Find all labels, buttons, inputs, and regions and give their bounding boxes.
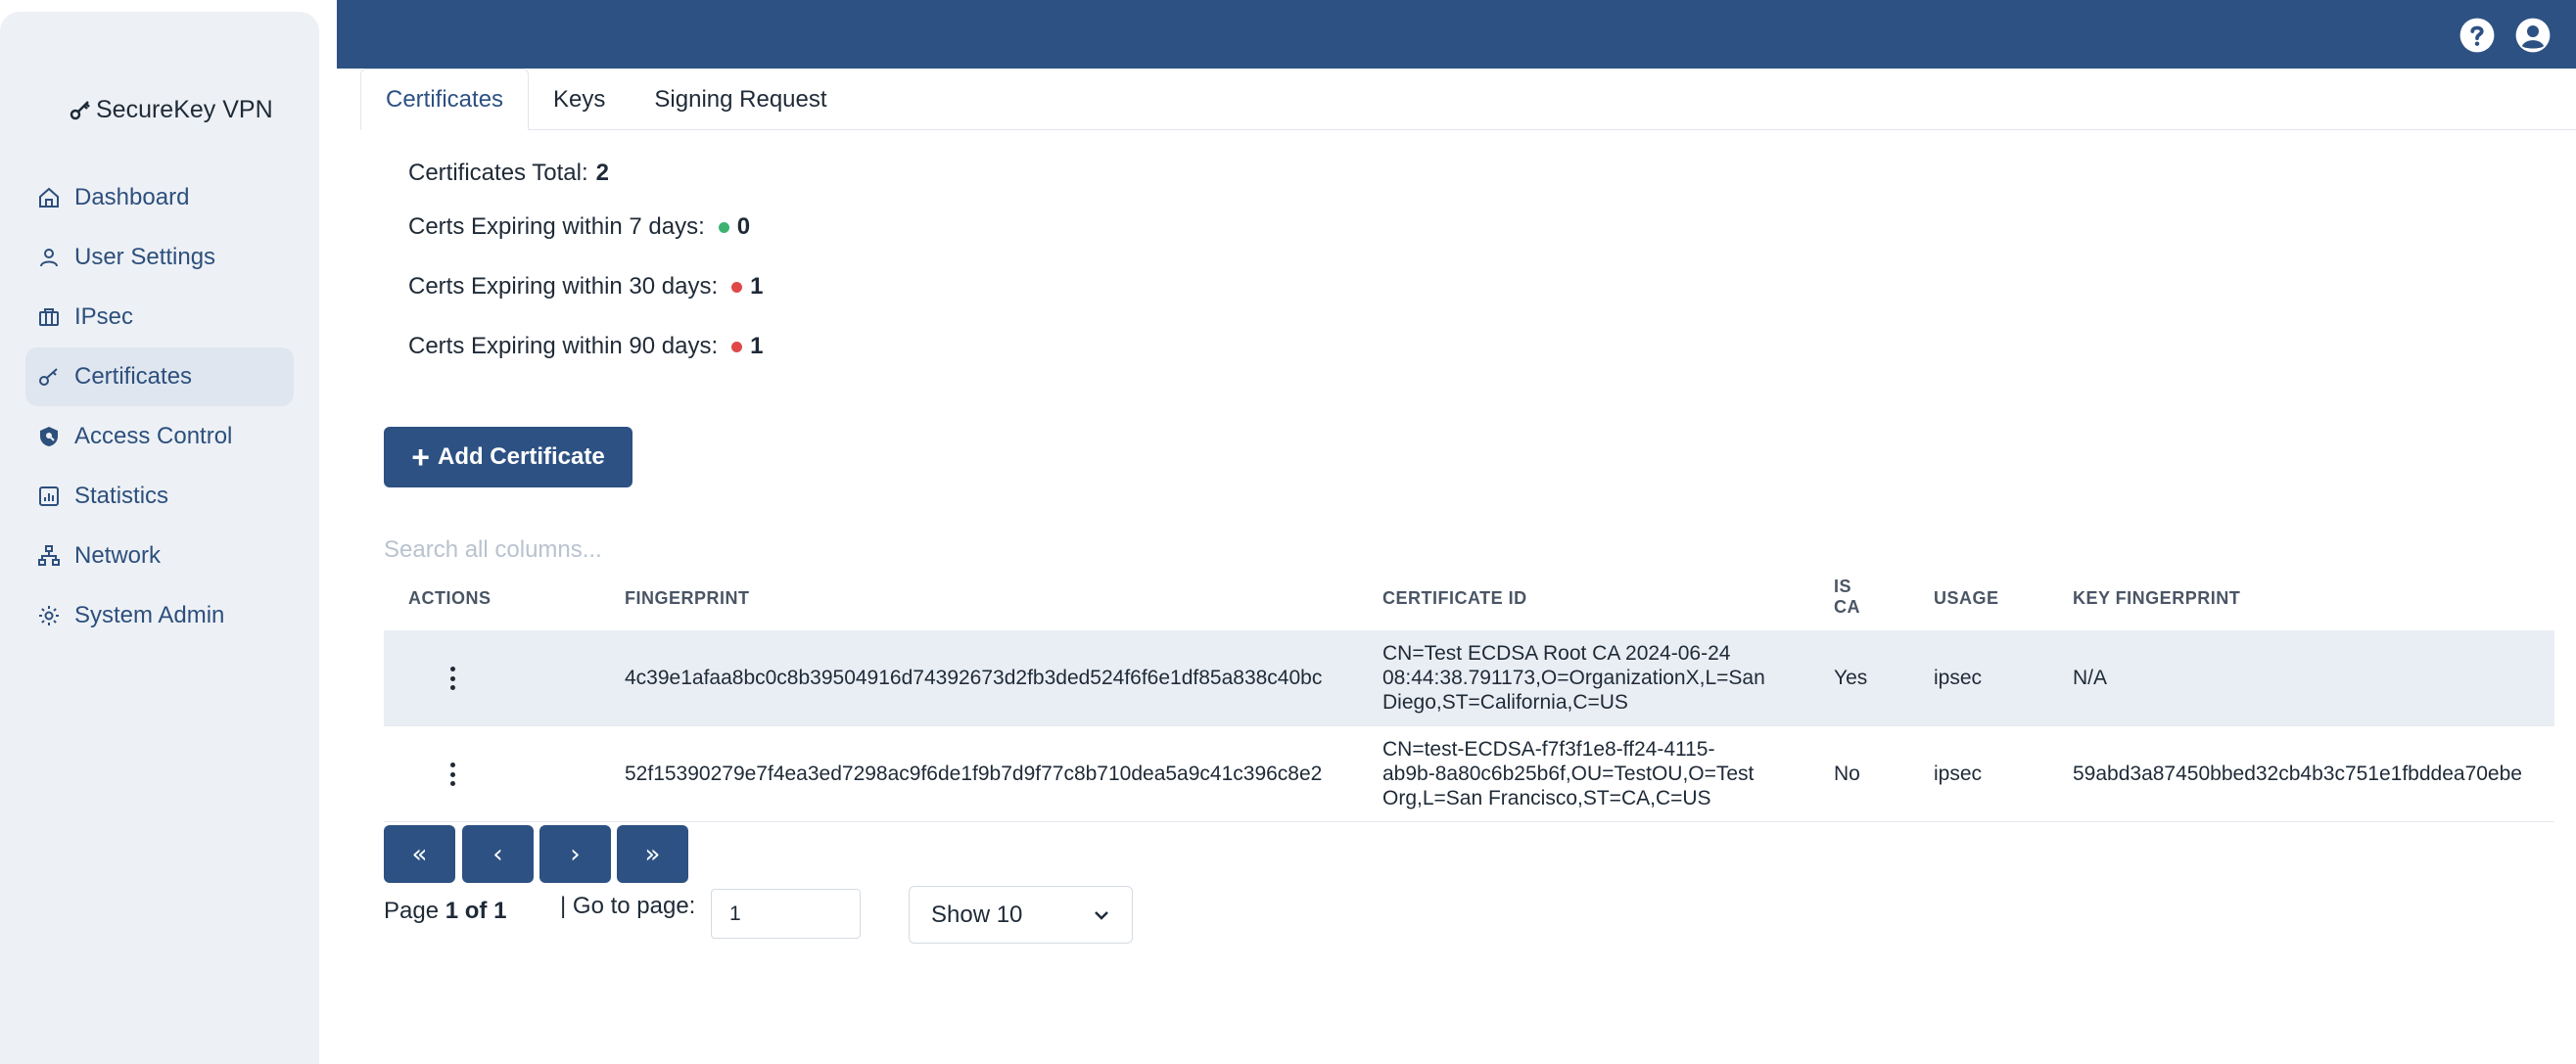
stat-expiring-7: Certs Expiring within 7 days: 0 — [408, 211, 750, 243]
shield-icon — [40, 427, 58, 446]
stat-expiring-30: Certs Expiring within 30 days: 1 — [408, 271, 764, 302]
search-input[interactable] — [384, 532, 1069, 568]
chevron-down-icon — [1095, 910, 1108, 920]
sidebar-item-system-admin[interactable]: System Admin — [25, 586, 294, 645]
tab-bar: Certificates Keys Signing Request — [360, 69, 2576, 130]
stat-expiring-90: Certs Expiring within 90 days: 1 — [408, 331, 764, 362]
page-indicator: Page 1 of 1 — [384, 898, 506, 925]
sidebar-item-access-control[interactable]: Access Control — [25, 407, 294, 466]
cell-certificate-id-line3: Org,L=San Francisco,ST=CA,C=US — [1382, 787, 1711, 810]
user-icon — [40, 249, 58, 267]
brand-name: SecureKey VPN — [96, 95, 273, 123]
last-page-button[interactable]: » — [617, 825, 688, 883]
sidebar-item-certificates[interactable]: Certificates — [25, 347, 294, 406]
header-is-ca-line2: CA — [1834, 597, 1860, 617]
more-vertical-icon[interactable] — [443, 664, 462, 693]
briefcase-icon — [39, 308, 59, 326]
status-dot-red — [731, 281, 743, 293]
plus-icon: + — [411, 439, 430, 475]
cell-is-ca: Yes — [1834, 667, 1868, 689]
table-row[interactable]: 4c39e1afaa8bc0c8b39504916d74392673d2fb3d… — [384, 630, 2554, 726]
cell-certificate-id-line2: ab9b-8a80c6b25b6f,OU=TestOU,O=Test — [1382, 763, 1755, 785]
cell-certificate-id-line3: Diego,ST=California,C=US — [1382, 691, 1628, 714]
gear-icon — [39, 606, 59, 625]
tab-signing-request[interactable]: Signing Request — [630, 69, 851, 130]
tab-certificates[interactable]: Certificates — [360, 69, 530, 130]
goto-page-label: | Go to page: — [560, 893, 696, 919]
cell-certificate-id-line2: 08:44:38.791173,O=OrganizationX,L=San — [1382, 667, 1765, 689]
stat-expiring-7-value: 0 — [736, 213, 751, 240]
status-dot-red — [731, 341, 743, 352]
stat-expiring-7-label: Certs Expiring within 7 days: — [408, 213, 705, 240]
sidebar-item-label: Access Control — [74, 423, 233, 449]
sidebar-item-network[interactable]: Network — [25, 527, 294, 585]
account-icon[interactable] — [2514, 17, 2552, 54]
tab-keys[interactable]: Keys — [529, 69, 630, 130]
key-icon — [39, 368, 58, 386]
cell-is-ca: No — [1834, 763, 1860, 785]
page-label: Page — [384, 898, 440, 924]
add-certificate-label: Add Certificate — [437, 443, 605, 470]
chart-icon — [39, 486, 59, 506]
stat-expiring-30-label: Certs Expiring within 30 days: — [408, 273, 719, 300]
cell-certificate-id-line1: CN=Test ECDSA Root CA 2024-06-24 — [1382, 642, 1731, 665]
first-page-button[interactable]: « — [384, 825, 455, 883]
header-is-ca-line1: IS — [1834, 577, 1852, 596]
stat-total: Certificates Total: 2 — [408, 158, 609, 189]
previous-page-button[interactable]: ‹ — [462, 825, 534, 883]
cell-usage: ipsec — [1934, 667, 1983, 689]
header-fingerprint[interactable]: FINGERPRINT — [625, 588, 750, 609]
sidebar-item-dashboard[interactable]: Dashboard — [25, 168, 294, 227]
stat-expiring-90-label: Certs Expiring within 90 days: — [408, 333, 719, 359]
top-bar — [337, 0, 2576, 69]
header-usage[interactable]: USAGE — [1934, 588, 1999, 609]
cell-fingerprint: 4c39e1afaa8bc0c8b39504916d74392673d2fb3d… — [625, 667, 1323, 689]
home-icon — [39, 187, 59, 208]
header-key-fingerprint[interactable]: KEY FINGERPRINT — [2073, 588, 2240, 609]
sidebar-item-label: Network — [74, 542, 162, 569]
cell-usage: ipsec — [1934, 763, 1983, 785]
sidebar-item-statistics[interactable]: Statistics — [25, 467, 294, 526]
sidebar-item-label: System Admin — [74, 602, 225, 628]
cell-certificate-id: CN=Test ECDSA Root CA 2024-06-24 08:44:3… — [1382, 641, 1765, 715]
stat-total-value: 2 — [595, 160, 609, 186]
header-is-ca[interactable]: IS CA — [1834, 577, 1860, 618]
cell-certificate-id: CN=test-ECDSA-f7f3f1e8-ff24-4115- ab9b-8… — [1382, 737, 1754, 810]
header-actions: ACTIONS — [408, 588, 492, 608]
goto-page-input[interactable] — [711, 889, 861, 939]
page-size-value: Show 10 — [931, 901, 1023, 928]
sidebar-item-label: User Settings — [74, 244, 216, 270]
app-root: SecureKey VPN Dashboard User Settings IP… — [0, 0, 2576, 1064]
help-icon[interactable] — [2459, 17, 2496, 54]
next-page-button[interactable]: › — [539, 825, 611, 883]
sidebar-item-label: Dashboard — [74, 184, 190, 210]
network-icon — [38, 545, 60, 566]
stat-total-label: Certificates Total: — [408, 160, 588, 186]
sidebar-item-ipsec[interactable]: IPsec — [25, 288, 294, 347]
cell-key-fingerprint: 59abd3a87450bbed32cb4b3c751e1fbddea70ebe — [2073, 763, 2522, 785]
status-dot-green — [718, 221, 729, 233]
key-icon — [70, 101, 90, 120]
header-certificate-id[interactable]: CERTIFICATE ID — [1382, 588, 1527, 609]
sidebar-item-label: Certificates — [74, 363, 193, 390]
page-size-select[interactable]: Show 10 — [909, 886, 1133, 944]
stat-expiring-30-value: 1 — [750, 273, 764, 300]
cell-key-fingerprint: N/A — [2073, 667, 2108, 689]
brand-logo[interactable]: SecureKey VPN — [69, 92, 273, 127]
page-value: 1 of 1 — [445, 898, 507, 924]
sidebar-item-user-settings[interactable]: User Settings — [25, 228, 294, 287]
cell-certificate-id-line1: CN=test-ECDSA-f7f3f1e8-ff24-4115- — [1382, 738, 1715, 761]
table-row[interactable]: 52f15390279e7f4ea3ed7298ac9f6de1f9b7d9f7… — [384, 726, 2554, 822]
sidebar-item-label: IPsec — [74, 303, 134, 330]
sidebar: SecureKey VPN Dashboard User Settings IP… — [0, 12, 319, 1064]
cell-fingerprint: 52f15390279e7f4ea3ed7298ac9f6de1f9b7d9f7… — [625, 763, 1323, 785]
add-certificate-button[interactable]: + Add Certificate — [384, 427, 632, 487]
stat-expiring-90-value: 1 — [750, 333, 764, 359]
sidebar-item-label: Statistics — [74, 483, 169, 509]
more-vertical-icon[interactable] — [443, 760, 462, 789]
